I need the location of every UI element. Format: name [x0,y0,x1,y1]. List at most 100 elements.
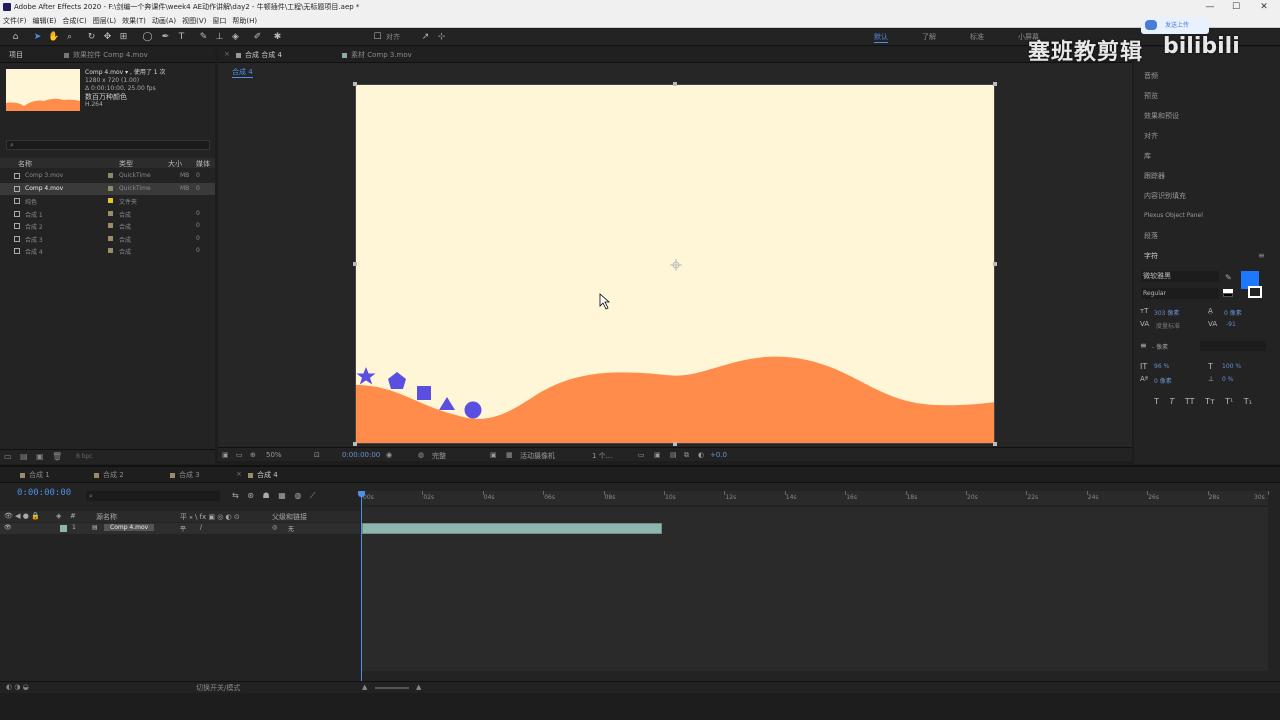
column-size[interactable]: 大小 [168,159,182,169]
project-item[interactable]: 纯色 文件夹 [0,195,215,207]
rotate-tool-icon[interactable]: ↻ [86,32,97,43]
panel-paragraph[interactable]: 段落 [1144,231,1158,241]
faux-bold-button[interactable]: T [1154,397,1159,406]
subscript-button[interactable]: T₁ [1244,397,1252,406]
black-swatch[interactable] [1223,293,1233,297]
panel-effects-presets[interactable]: 效果和预设 [1144,111,1179,121]
superscript-button[interactable]: T¹ [1225,397,1233,406]
project-item[interactable]: 合成 3 合成 0 [0,233,215,245]
panel-content-aware-fill[interactable]: 内容识别填充 [1144,191,1186,201]
transform-handle-bl[interactable] [353,442,357,446]
roto-brush-tool-icon[interactable]: ✐ [252,32,263,43]
brush-tool-icon[interactable]: ✎ [198,32,209,43]
panel-audio[interactable]: 音频 [1144,71,1158,81]
views-select[interactable]: 1 个... [592,451,612,461]
menu-animation[interactable]: 动画(A) [149,14,179,28]
zoom-tool-icon[interactable]: ⌕ [64,32,75,43]
menu-composition[interactable]: 合成(C) [59,14,89,28]
faux-italic-button[interactable]: T [1169,397,1174,406]
zoom-in-icon[interactable]: ▲ [416,683,421,691]
layer-shy-switch[interactable]: 平 [180,524,186,533]
render-time-icons[interactable]: ◐ ◑ ◒ [6,683,29,691]
zoom-select[interactable]: 50% [266,451,282,459]
transform-handle-mr[interactable] [993,262,997,266]
transform-handle-tc[interactable] [673,82,677,86]
toggle-switches-modes[interactable]: 切换开关/模式 [196,683,240,693]
layer-name[interactable]: Comp 4.mov [104,524,155,531]
column-media[interactable]: 媒体 [196,159,210,169]
composition-canvas[interactable] [355,84,995,444]
project-item-label-color[interactable] [108,198,113,203]
eraser-tool-icon[interactable]: ◈ [230,32,241,43]
layer-duration-bar[interactable] [362,523,662,534]
menu-view[interactable]: 视图(V) [179,14,209,28]
project-search-input[interactable]: ⌕ [6,140,210,150]
pen-tool-icon[interactable]: ✒ [160,32,171,43]
timeline-search-input[interactable]: ⌕ [86,491,220,501]
snap-target-icon[interactable]: ⊹ [436,32,447,43]
character-menu-icon[interactable]: ≡ [1258,251,1265,260]
stroke-width-value[interactable]: - 像素 [1152,342,1168,351]
project-item[interactable]: 合成 2 合成 0 [0,220,215,232]
clone-stamp-tool-icon[interactable]: ⊥ [214,32,225,43]
delete-icon[interactable]: 🗑 [52,452,62,461]
frame-blending-icon[interactable]: ▦ [278,491,286,500]
timeline-close-tab-icon[interactable]: × [236,470,242,478]
tracking-value[interactable]: -91 [1226,321,1236,328]
menu-effect[interactable]: 效果(T) [119,14,149,28]
timeline-tab-comp1[interactable]: 合成 1 [20,470,50,480]
snap-toggle-icon[interactable]: ↗ [420,32,431,43]
home-icon[interactable]: ⌂ [10,32,21,43]
menu-edit[interactable]: 编辑(E) [30,14,60,28]
comp-breadcrumb[interactable]: 合成 4 [232,67,253,78]
shy-layers-icon[interactable]: ☗ [263,491,270,500]
flowchart-icon[interactable]: ⧉ [684,451,689,460]
timeline-tab-comp3[interactable]: 合成 3 [170,470,200,480]
vertical-scale-value[interactable]: 96 % [1154,363,1169,370]
parent-pickwhip-icon[interactable]: ◎ [272,524,277,531]
safe-zones-icon[interactable]: ⊡ [314,451,320,459]
interpret-footage-icon[interactable]: ▭ [4,452,12,461]
tab-composition-4[interactable]: 合成 合成 4 [236,50,282,60]
column-name[interactable]: 名称 [18,159,32,169]
monitor-icon[interactable]: ▭ [236,451,243,459]
resolution-select[interactable]: 完整 [432,451,446,461]
draft-3d-icon[interactable]: ⊛ [247,491,254,500]
shape-tool-icon[interactable]: ◯ [142,32,153,43]
source-name-column[interactable]: 源名称 [96,512,117,522]
timeline-tab-comp4[interactable]: 合成 4 [248,470,278,480]
transform-handle-bc[interactable] [673,442,677,446]
maximize-button[interactable]: ☐ [1222,0,1250,14]
parent-link-column[interactable]: 父级和链接 [272,512,307,522]
snap-checkbox-icon[interactable]: ☐ [372,32,383,43]
graph-editor-icon[interactable]: ⟋ [310,491,316,500]
panel-preview[interactable]: 预览 [1144,91,1158,101]
panel-character[interactable]: 字符 [1144,251,1158,261]
hand-tool-icon[interactable]: ✋ [48,32,59,43]
transparency-grid-icon[interactable]: ▦ [506,451,513,459]
project-item-label-color[interactable] [108,173,113,178]
stroke-color-swatch[interactable] [1248,286,1262,298]
panel-align[interactable]: 对齐 [1144,131,1158,141]
puppet-tool-icon[interactable]: ✱ [272,32,283,43]
project-item[interactable]: Comp 3.mov QuickTime MB 0 [0,170,215,182]
workspace-standard[interactable]: 标准 [970,32,984,42]
layer-label-color[interactable] [60,525,67,532]
layer-visibility-icon[interactable]: 👁 [4,524,12,531]
parent-select[interactable]: 无 [288,524,294,533]
baseline-shift-value[interactable]: 0 像素 [1154,376,1172,385]
minimize-button[interactable]: — [1196,0,1224,14]
always-preview-icon[interactable]: ▣ [222,451,229,459]
selection-tool-icon[interactable]: ➤ [32,32,43,43]
tracking-mode[interactable]: 度量标准 [1156,321,1180,330]
timeline-timecode[interactable]: 0:00:00:00 [17,488,71,498]
tab-effect-controls[interactable]: 效果控件 Comp 4.mov [64,50,148,60]
project-item-label-color[interactable] [108,235,113,241]
menu-window[interactable]: 窗口 [209,14,229,28]
leading-value[interactable]: 0 像素 [1224,308,1242,317]
motion-blur-icon[interactable]: ◍ [294,491,301,500]
transform-handle-ml[interactable] [353,262,357,266]
camera-tool-icon[interactable]: ✥ [102,32,113,43]
exposure-icon[interactable]: ◐ [698,451,704,459]
project-item-label-color[interactable] [108,185,113,191]
